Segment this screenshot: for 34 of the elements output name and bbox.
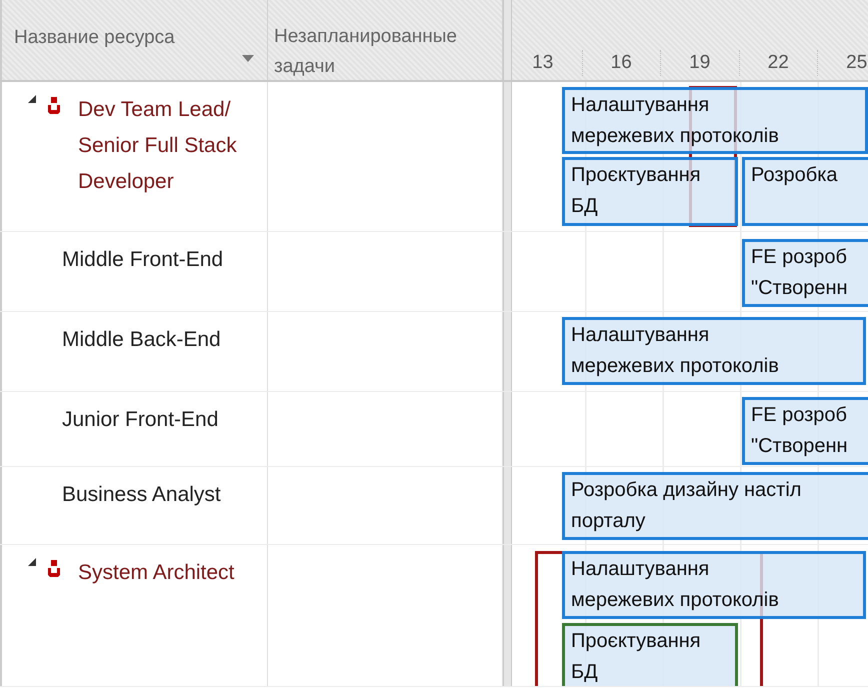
pane-splitter[interactable] xyxy=(503,312,512,391)
task-bar[interactable]: Проєктування БД xyxy=(562,623,738,686)
pane-splitter[interactable] xyxy=(503,545,512,686)
day-label: 16 xyxy=(582,50,661,76)
column-header[interactable]: Название ресурса xyxy=(2,0,175,51)
pane-splitter[interactable] xyxy=(503,0,512,80)
task-bar[interactable]: Налаштування мережевих протоколів xyxy=(562,317,866,385)
person-icon xyxy=(48,560,60,577)
day-label: 25 xyxy=(818,50,868,76)
resource-name: Business Analyst xyxy=(62,482,222,508)
resource-name: Dev Team Lead/ Senior Full Stack Developer xyxy=(78,97,238,195)
task-bar[interactable]: FE розроб "Створенн xyxy=(742,239,868,307)
resource-name: Junior Front-End xyxy=(62,407,220,433)
resource-name: Middle Front-End xyxy=(62,247,224,273)
task-bar[interactable]: Налаштування мережевих протоколів xyxy=(562,551,866,619)
task-bar[interactable]: Розробка xyxy=(742,157,868,226)
pane-splitter[interactable] xyxy=(503,232,512,311)
task-bar[interactable]: Розробка дизайну настіл порталу xyxy=(562,472,868,540)
task-bar[interactable]: FE розроб "Створенн xyxy=(742,397,868,465)
pane-splitter[interactable] xyxy=(503,392,512,466)
task-bar[interactable]: Проєктування БД xyxy=(562,157,738,226)
collapse-triangle-icon[interactable] xyxy=(28,95,36,103)
pane-splitter[interactable] xyxy=(503,82,512,231)
resource-name: Middle Back-End xyxy=(62,327,222,353)
day-label: 19 xyxy=(661,50,740,76)
day-label: 13 xyxy=(504,50,582,76)
day-label: 22 xyxy=(740,50,818,76)
pane-splitter[interactable] xyxy=(503,467,512,544)
resource-name: System Architect xyxy=(78,560,236,586)
person-icon xyxy=(48,97,60,114)
task-bar[interactable]: Налаштування мережевих протоколів xyxy=(562,87,868,154)
collapse-triangle-icon[interactable] xyxy=(28,558,36,566)
column-header[interactable]: Незапланированные задачи xyxy=(268,0,502,82)
dropdown-arrow-icon[interactable] xyxy=(242,55,254,62)
